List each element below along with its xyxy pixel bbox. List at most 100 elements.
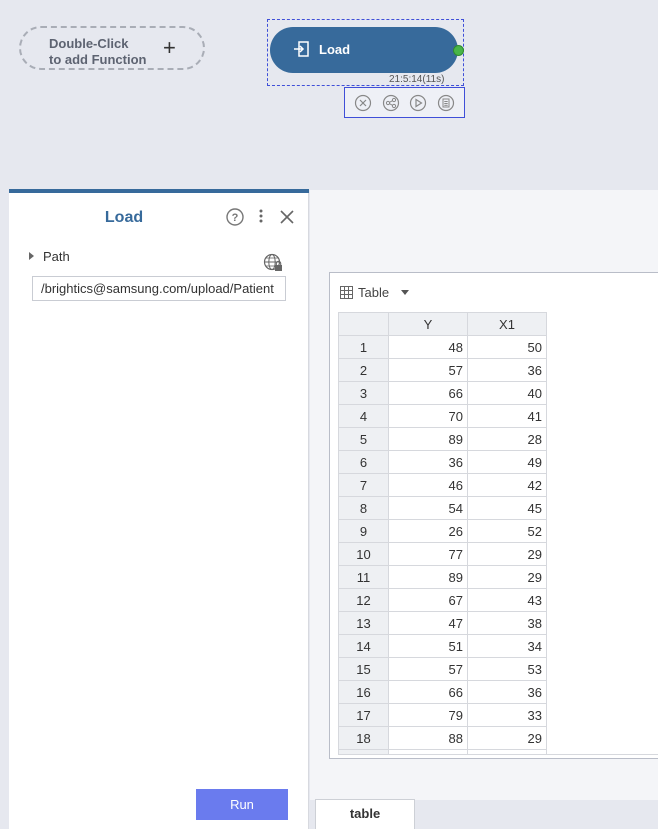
cell-y: 70 [388, 404, 468, 428]
play-icon[interactable] [409, 94, 427, 112]
cell-y: 26 [388, 519, 468, 543]
globe-lock-icon[interactable] [263, 253, 283, 273]
table-row[interactable]: 7 46 42 [338, 473, 547, 497]
load-icon [294, 41, 309, 57]
cell-y: 51 [388, 634, 468, 658]
cell-x1: 45 [467, 496, 547, 520]
cell-x1: 36 [467, 358, 547, 382]
share-icon[interactable] [382, 94, 400, 112]
panel-title: Load [104, 209, 144, 226]
cell-x1: 29 [467, 542, 547, 566]
column-header-y[interactable]: Y [388, 312, 468, 336]
cell-x1: 34 [467, 634, 547, 658]
cell-y [388, 749, 468, 754]
table-row[interactable]: 8 54 45 [338, 496, 547, 520]
cell-x1: 41 [467, 404, 547, 428]
row-index-cell: 8 [338, 496, 389, 520]
row-index-cell: 17 [338, 703, 389, 727]
cell-y: 66 [388, 680, 468, 704]
cell-y: 36 [388, 450, 468, 474]
table-row[interactable]: 19 [338, 749, 547, 754]
node-toolbar [344, 87, 465, 118]
cell-y: 89 [388, 427, 468, 451]
header-row: Y X1 [338, 312, 547, 336]
row-index-cell: 15 [338, 657, 389, 681]
row-index-cell: 10 [338, 542, 389, 566]
help-icon[interactable]: ? [226, 208, 244, 226]
cell-x1: 29 [467, 726, 547, 750]
cell-x1: 43 [467, 588, 547, 612]
row-index-cell: 16 [338, 680, 389, 704]
row-index-cell: 6 [338, 450, 389, 474]
row-index-cell: 7 [338, 473, 389, 497]
table-grid-icon [340, 286, 353, 299]
cell-y: 67 [388, 588, 468, 612]
row-index-cell: 4 [338, 404, 389, 428]
cell-x1: 33 [467, 703, 547, 727]
close-icon[interactable] [354, 94, 372, 112]
plus-icon: + [163, 35, 176, 60]
cell-x1: 52 [467, 519, 547, 543]
more-vertical-icon[interactable] [253, 207, 269, 225]
table-row[interactable]: 12 67 43 [338, 588, 547, 612]
cell-y: 54 [388, 496, 468, 520]
node-run-time: 21:5:14(11s) [389, 74, 445, 85]
cell-y: 77 [388, 542, 468, 566]
cell-y: 66 [388, 381, 468, 405]
path-section-toggle[interactable]: Path [29, 249, 70, 264]
table-row[interactable]: 14 51 34 [338, 634, 547, 658]
cell-x1: 36 [467, 680, 547, 704]
data-grid[interactable]: Y X1 1 48 50 2 57 36 3 66 40 4 70 41 5 89 28 6 36 49 7 46 42… [338, 312, 658, 755]
cell-x1: 42 [467, 473, 547, 497]
row-index-cell: 13 [338, 611, 389, 635]
add-function-label: Double-Click to add Function [49, 36, 147, 67]
table-row[interactable]: 4 70 41 [338, 404, 547, 428]
row-index-cell: 2 [338, 358, 389, 382]
caret-right-icon [29, 252, 34, 260]
table-row[interactable]: 6 36 49 [338, 450, 547, 474]
path-input[interactable] [32, 276, 286, 301]
table-row[interactable]: 17 79 33 [338, 703, 547, 727]
column-header-x1[interactable]: X1 [467, 312, 547, 336]
table-row[interactable]: 1 48 50 [338, 335, 547, 359]
output-port[interactable] [453, 45, 464, 56]
cell-x1: 50 [467, 335, 547, 359]
table-viewer: Table Y X1 1 48 50 2 57 36 3 66 40 4 70 41 5 89 28 6 36 4… [329, 272, 658, 759]
row-index-cell: 5 [338, 427, 389, 451]
view-label: Table [358, 285, 390, 300]
tab-table[interactable]: table [315, 799, 415, 829]
row-index-cell: 11 [338, 565, 389, 589]
cell-y: 47 [388, 611, 468, 635]
column-header-index [338, 312, 389, 336]
row-index-cell: 9 [338, 519, 389, 543]
cell-x1: 40 [467, 381, 547, 405]
table-row[interactable]: 13 47 38 [338, 611, 547, 635]
table-row[interactable]: 3 66 40 [338, 381, 547, 405]
row-index-cell: 18 [338, 726, 389, 750]
chevron-down-icon [401, 290, 410, 295]
cell-y: 48 [388, 335, 468, 359]
table-row[interactable]: 10 77 29 [338, 542, 547, 566]
view-selector[interactable]: Table [340, 285, 410, 300]
table-row[interactable]: 18 88 29 [338, 726, 547, 750]
path-label: Path [43, 249, 70, 264]
table-row[interactable]: 15 57 53 [338, 657, 547, 681]
table-row[interactable]: 9 26 52 [338, 519, 547, 543]
run-button[interactable]: Run [196, 789, 288, 820]
cell-x1 [467, 749, 547, 754]
table-row[interactable]: 11 89 29 [338, 565, 547, 589]
table-row[interactable]: 5 89 28 [338, 427, 547, 451]
panel-close-icon[interactable] [279, 209, 295, 225]
load-node[interactable]: Load [270, 27, 464, 73]
clipboard-icon[interactable] [437, 94, 455, 112]
cell-y: 89 [388, 565, 468, 589]
table-row[interactable]: 2 57 36 [338, 358, 547, 382]
table-row[interactable]: 16 66 36 [338, 680, 547, 704]
cell-x1: 28 [467, 427, 547, 451]
row-index-cell: 12 [338, 588, 389, 612]
cell-y: 79 [388, 703, 468, 727]
cell-y: 88 [388, 726, 468, 750]
cell-y: 57 [388, 358, 468, 382]
cell-y: 57 [388, 657, 468, 681]
add-function-placeholder[interactable]: Double-Click to add Function + [19, 26, 205, 70]
